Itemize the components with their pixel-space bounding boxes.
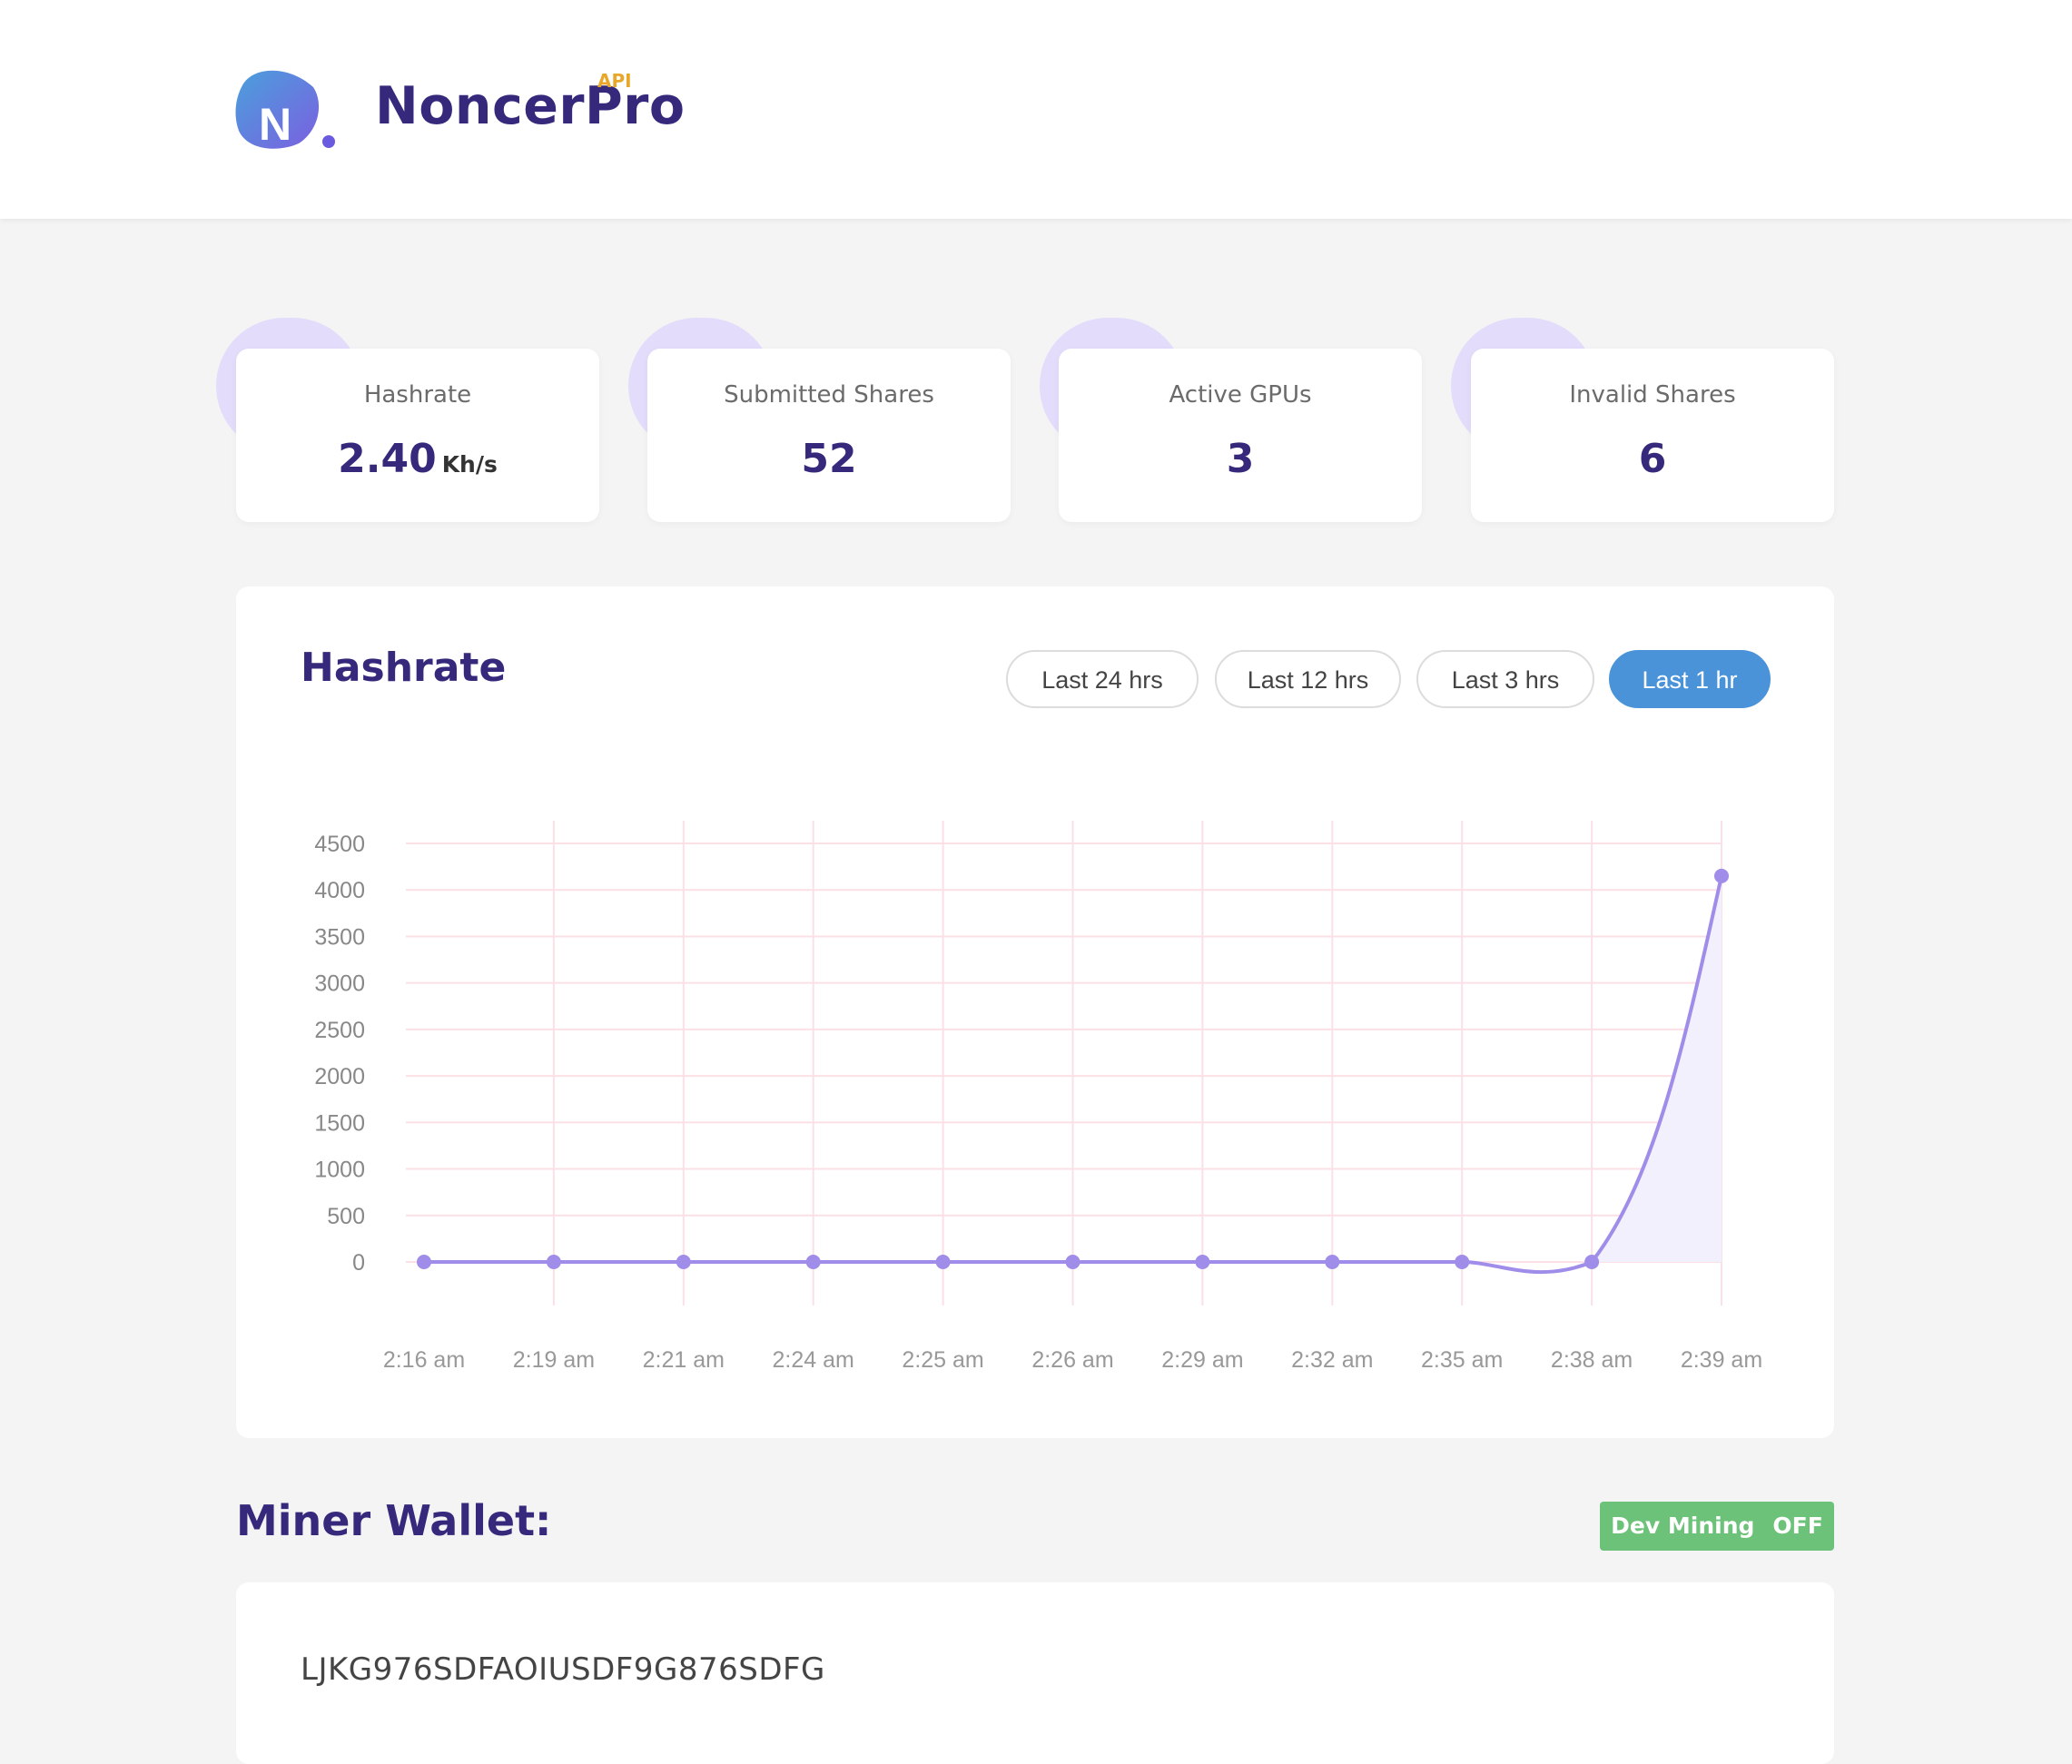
x-tick-label: 2:39 am [1681,1347,1762,1373]
data-point [676,1255,691,1269]
data-point [1325,1255,1340,1269]
stat-value: 3 [1226,436,1255,482]
x-tick-label: 2:26 am [1031,1347,1113,1373]
stat-value: 6 [1638,436,1667,482]
stat-value: 52 [801,436,857,482]
y-tick-label: 3500 [314,924,365,950]
brand-name[interactable]: NoncerPro [375,76,686,136]
wallet-address: LJKG976SDFAOIUSDF9G876SDFG [301,1651,825,1688]
stat-label: Submitted Shares [724,381,934,409]
x-tick-label: 2:29 am [1161,1347,1243,1373]
data-point [935,1255,951,1269]
stat-unit: Kh/s [441,451,498,478]
stat-card-invalid-shares: Invalid Shares 6 [1471,349,1834,522]
chart-title: Hashrate [301,645,507,691]
dev-mining-badge[interactable]: Dev Mining OFF [1600,1502,1834,1551]
top-header: N NoncerPro API [0,0,2072,219]
x-tick-label: 2:24 am [773,1347,854,1373]
x-tick-label: 2:19 am [513,1347,595,1373]
x-tick-label: 2:38 am [1551,1347,1633,1373]
miner-wallet-title: Miner Wallet: [236,1496,552,1545]
range-button-12h[interactable]: Last 12 hrs [1215,650,1401,708]
range-button-1h[interactable]: Last 1 hr [1609,650,1771,708]
data-point [1065,1255,1080,1269]
y-tick-label: 1000 [314,1158,365,1183]
data-point [417,1255,431,1269]
brand-api-tag: API [597,70,632,92]
y-tick-label: 2500 [314,1018,365,1043]
data-point [546,1255,561,1269]
y-tick-label: 2000 [314,1064,365,1089]
svg-text:N: N [259,99,291,150]
data-point [1195,1255,1210,1269]
stat-card-hashrate: Hashrate 2.40 Kh/s [236,349,599,522]
stat-label: Active GPUs [1169,381,1312,409]
range-button-24h[interactable]: Last 24 hrs [1006,650,1199,708]
x-tick-label: 2:21 am [643,1347,725,1373]
x-tick-label: 2:35 am [1421,1347,1503,1373]
stat-card-active-gpus: Active GPUs 3 [1059,349,1422,522]
data-point [1714,868,1729,883]
y-tick-label: 4500 [314,832,365,857]
noncerpro-logo-icon[interactable]: N [235,67,337,151]
series-area [1592,875,1722,1262]
y-tick-label: 1500 [314,1110,365,1136]
hashrate-chart-card: 0 500 1000 1500 2000 2500 3000 3500 4000 4500 2:16… [236,586,1834,1438]
hashrate-chart: 0 500 1000 1500 2000 2500 3000 3500 4000 4500 2:16… [314,821,1762,1373]
y-tick-label: 4000 [314,878,365,903]
data-point [1584,1255,1600,1269]
stat-label: Hashrate [363,381,472,409]
x-tick-label: 2:32 am [1291,1347,1373,1373]
stat-card-submitted-shares: Submitted Shares 52 [647,349,1011,522]
data-point [1455,1255,1470,1269]
stat-label: Invalid Shares [1569,381,1736,409]
y-tick-label: 3000 [314,971,365,997]
x-tick-label: 2:16 am [383,1347,465,1373]
wallet-card: LJKG976SDFAOIUSDF9G876SDFG [236,1582,1834,1764]
y-tick-label: 500 [327,1204,365,1229]
x-tick-label: 2:25 am [902,1347,983,1373]
data-point [805,1255,821,1269]
stat-value: 2.40 Kh/s [338,436,498,482]
range-button-3h[interactable]: Last 3 hrs [1416,650,1594,708]
y-tick-label: 0 [352,1250,365,1276]
